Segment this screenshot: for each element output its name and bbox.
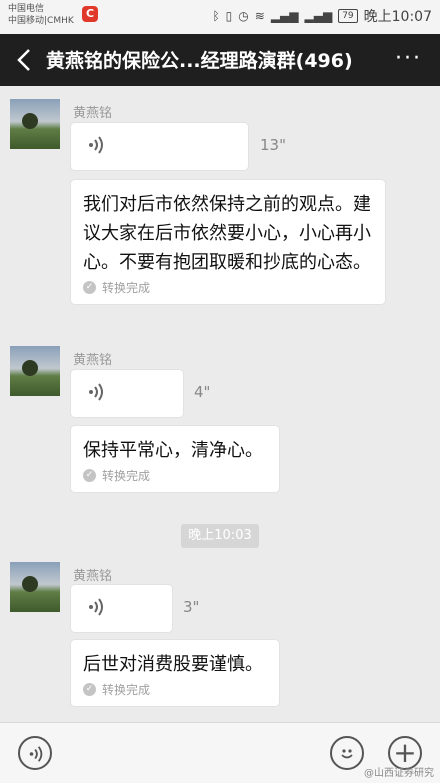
sender-name: 黄燕铭	[73, 569, 113, 584]
message-text: 后世对消费股要谨慎。	[83, 654, 263, 675]
status-icons: ᛒ ▯ ◷ ≋ ▂▄▆ ▂▄▆ 79 晚上10:07	[212, 6, 432, 26]
voice-wave-icon	[89, 383, 103, 401]
conversion-status: ✓ 转换完成	[83, 681, 265, 698]
battery-icon: 79	[338, 9, 358, 23]
converted-text-bubble[interactable]: 保持平常心，清净心。 ✓ 转换完成	[71, 426, 279, 492]
avatar[interactable]	[10, 99, 60, 149]
conversion-status: ✓ 转换完成	[83, 467, 265, 484]
chevron-left-icon	[17, 49, 30, 71]
avatar[interactable]	[10, 562, 60, 612]
carrier-info: 中国电信 中国移动|CMHK	[8, 3, 74, 27]
watermark: @山西证券研究	[364, 768, 434, 779]
voice-wave-icon	[89, 136, 103, 154]
voice-input-button[interactable]	[18, 736, 52, 770]
conversion-label: 转换完成	[102, 469, 151, 483]
status-bar: 中国电信 中国移动|CMHK C ᛒ ▯ ◷ ≋ ▂▄▆ ▂▄▆ 79 晚上10…	[0, 0, 440, 34]
voice-message[interactable]	[71, 585, 172, 632]
voice-message[interactable]	[71, 370, 183, 417]
carrier-2: 中国移动|CMHK	[8, 16, 74, 26]
chat-title: 黄燕铭的保险公...经理路演群(496)	[46, 50, 353, 72]
carrier-badge: C	[82, 6, 98, 22]
signal-icon: ▂▄▆	[270, 9, 299, 23]
message-text: 保持平常心，清净心。	[83, 440, 263, 461]
chat-area[interactable]: 黄燕铭 13" 我们对后市依然保持之前的观点。建议大家在后市依然要小心，小心再小…	[0, 86, 440, 722]
conversion-status: ✓ 转换完成	[83, 279, 371, 296]
input-bar: + @山西证券研究	[0, 722, 440, 783]
check-icon: ✓	[83, 469, 96, 482]
back-button[interactable]	[14, 46, 36, 74]
emoji-icon	[341, 749, 353, 759]
avatar[interactable]	[10, 346, 60, 396]
voice-duration: 3"	[183, 598, 200, 616]
clock: 晚上10:07	[363, 9, 432, 25]
voice-duration: 4"	[194, 383, 211, 401]
conversion-label: 转换完成	[102, 281, 151, 295]
sender-name: 黄燕铭	[73, 106, 113, 121]
timestamp: 晚上10:03	[181, 524, 259, 548]
wifi-icon: ≋	[254, 9, 265, 23]
check-icon: ✓	[83, 683, 96, 696]
sender-name: 黄燕铭	[73, 353, 113, 368]
voice-duration: 13"	[260, 136, 286, 154]
converted-text-bubble[interactable]: 后世对消费股要谨慎。 ✓ 转换完成	[71, 640, 279, 706]
message-text: 我们对后市依然保持之前的观点。建议大家在后市依然要小心，小心再小心。不要有抱团取…	[83, 194, 371, 273]
alarm-icon: ◷	[238, 9, 249, 23]
bluetooth-icon: ᛒ	[212, 9, 220, 23]
voice-icon	[29, 746, 43, 762]
chat-header: 黄燕铭的保险公...经理路演群(496) ···	[0, 34, 440, 86]
conversion-label: 转换完成	[102, 683, 151, 697]
vibrate-icon: ▯	[225, 9, 233, 23]
check-icon: ✓	[83, 281, 96, 294]
more-icon[interactable]: ···	[395, 46, 422, 71]
voice-wave-icon	[89, 598, 103, 616]
voice-message[interactable]	[71, 123, 248, 170]
carrier-1: 中国电信	[8, 4, 45, 14]
converted-text-bubble[interactable]: 我们对后市依然保持之前的观点。建议大家在后市依然要小心，小心再小心。不要有抱团取…	[71, 180, 385, 304]
signal-2g-icon: ▂▄▆	[304, 9, 333, 23]
emoji-button[interactable]	[330, 736, 364, 770]
